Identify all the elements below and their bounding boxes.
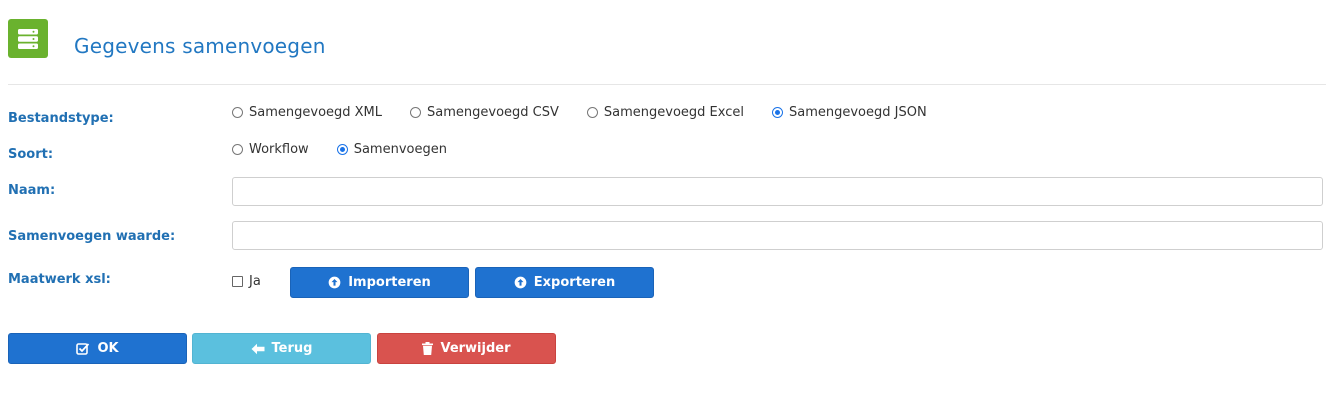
circle-arrow-up-icon <box>328 276 341 289</box>
radio-label: Samengevoegd JSON <box>788 105 927 120</box>
radio-samengevoegd-xml[interactable]: Samengevoegd XML <box>232 105 382 120</box>
radio-button[interactable] <box>232 107 243 118</box>
radio-button-checked[interactable] <box>771 107 783 118</box>
ok-button-label: OK <box>97 341 119 356</box>
checkbox-box[interactable] <box>232 276 243 287</box>
radio-label: Samengevoegd Excel <box>603 105 744 120</box>
radio-button[interactable] <box>232 144 243 155</box>
export-button[interactable]: Exporteren <box>475 267 654 298</box>
app-icon <box>8 19 48 58</box>
radio-button[interactable] <box>410 107 422 118</box>
page-title: Gegevens samenvoegen <box>74 34 326 58</box>
ok-button[interactable]: OK <box>8 333 187 364</box>
soort-radio-group: Workflow Samenvoegen <box>232 142 475 157</box>
radio-workflow[interactable]: Workflow <box>232 142 309 157</box>
radio-label: Workflow <box>249 142 309 157</box>
delete-button[interactable]: Verwijder <box>377 333 556 364</box>
radio-button[interactable] <box>586 107 598 118</box>
radio-button-checked[interactable] <box>336 144 348 155</box>
checkbox-label: Ja <box>249 274 261 289</box>
radio-samengevoegd-json[interactable]: Samengevoegd JSON <box>771 105 927 120</box>
delete-button-label: Verwijder <box>440 341 511 356</box>
radio-samenvoegen[interactable]: Samenvoegen <box>336 142 447 157</box>
circle-arrow-up-icon <box>514 276 527 289</box>
back-button-label: Terug <box>271 341 313 356</box>
header-divider <box>8 84 1326 85</box>
check-square-icon <box>76 342 90 355</box>
radio-samengevoegd-csv[interactable]: Samengevoegd CSV <box>410 105 559 120</box>
server-stack-icon <box>18 28 38 49</box>
back-button[interactable]: Terug <box>192 333 371 364</box>
samenvoegen-waarde-label: Samenvoegen waarde: <box>8 229 176 244</box>
trash-icon <box>422 342 434 355</box>
soort-label: Soort: <box>8 147 54 162</box>
bestandstype-label: Bestandstype: <box>8 111 114 126</box>
export-button-label: Exporteren <box>533 275 616 290</box>
radio-label: Samengevoegd XML <box>249 105 383 120</box>
radio-label: Samenvoegen <box>353 142 447 157</box>
import-button[interactable]: Importeren <box>290 267 469 298</box>
arrow-left-icon <box>251 343 265 355</box>
samenvoegen-waarde-input[interactable] <box>232 221 1323 250</box>
bestandstype-radio-group: Samengevoegd XML Samengevoegd CSV Sameng… <box>232 105 955 120</box>
import-button-label: Importeren <box>348 275 431 290</box>
naam-input[interactable] <box>232 177 1323 206</box>
naam-label: Naam: <box>8 183 56 198</box>
maatwerk-ja-checkbox[interactable]: Ja <box>232 274 261 289</box>
maatwerk-xsl-label: Maatwerk xsl: <box>8 272 111 287</box>
radio-samengevoegd-excel[interactable]: Samengevoegd Excel <box>586 105 744 120</box>
radio-label: Samengevoegd CSV <box>427 105 559 120</box>
